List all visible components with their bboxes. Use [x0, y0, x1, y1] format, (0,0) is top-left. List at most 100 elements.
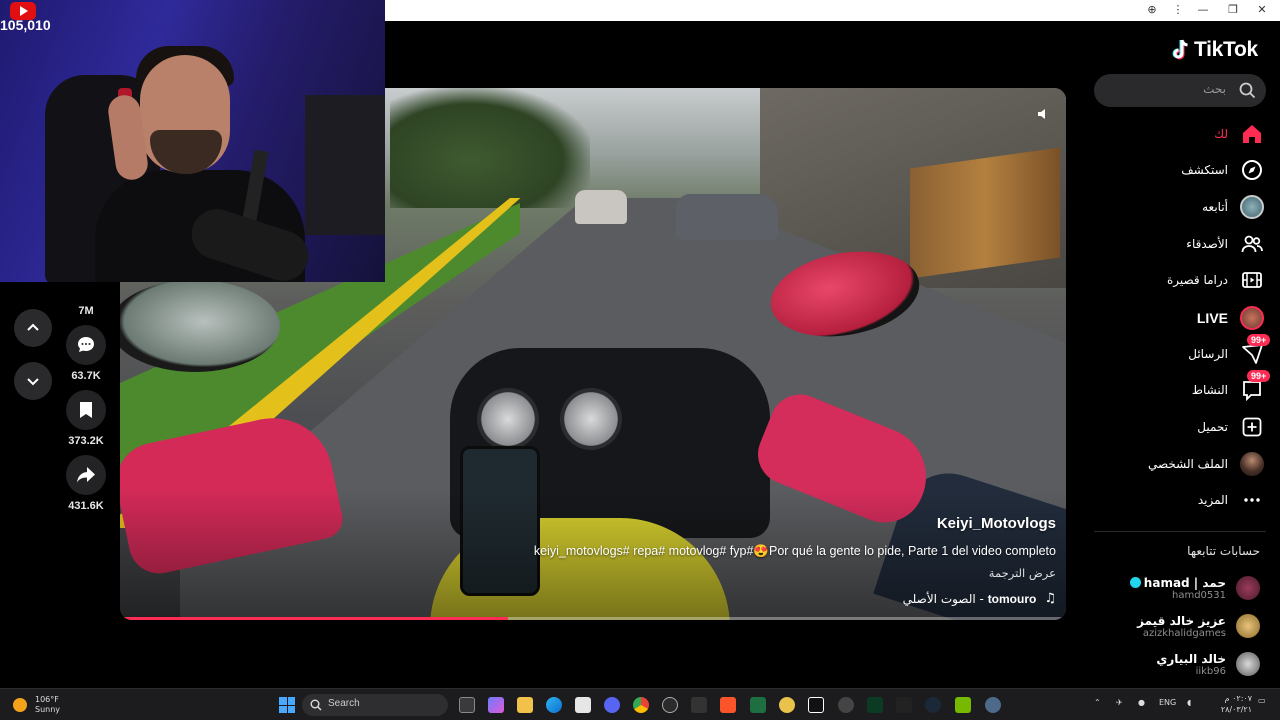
sidebar-item-short-drama[interactable]: دراما قصيرة [1104, 267, 1264, 293]
sidebar-item-label: LIVE [1196, 310, 1228, 326]
store-icon[interactable] [575, 697, 591, 713]
sound-title: الصوت الأصلي - tomouro [902, 591, 1037, 606]
messages-icon: 99+ [1240, 334, 1271, 366]
bookmark-icon [80, 402, 92, 418]
discord-icon[interactable] [604, 697, 620, 713]
search-icon[interactable] [1239, 82, 1256, 99]
taskbar: 106°F Sunny Search ⌃ ✈ ● ENG ◖ ٠٢:٠٧ م ٢… [0, 688, 1280, 720]
comment-button[interactable] [66, 325, 106, 365]
app-icon[interactable] [779, 697, 795, 713]
following-account[interactable]: خالد البياري iikb96 [1100, 647, 1260, 681]
steam-icon[interactable] [925, 697, 941, 713]
capcut-icon[interactable] [691, 697, 707, 713]
share-button[interactable] [66, 455, 106, 495]
tiktok-wordmark: TikTok [1194, 38, 1258, 61]
account-handle: iikb96 [1195, 665, 1226, 677]
brave-icon[interactable] [720, 697, 736, 713]
chevron-down-icon [27, 378, 39, 386]
clock[interactable]: ٠٢:٠٧ م ٢٨/٠٣/٢١ [1221, 693, 1252, 715]
sidebar-item-live[interactable]: LIVE [1104, 305, 1264, 331]
app-icon[interactable] [867, 697, 883, 713]
taskbar-search[interactable]: Search [302, 694, 448, 716]
next-video-button[interactable] [14, 362, 52, 400]
sidebar-item-explore[interactable]: استكشف [1104, 157, 1264, 183]
sun-icon [13, 698, 27, 712]
video-sound[interactable]: الصوت الأصلي - tomouro ♫ [903, 591, 1056, 606]
restore-button[interactable]: ❐ [1226, 3, 1240, 17]
sidebar-item-activity[interactable]: النشاط 99+ [1104, 370, 1271, 403]
nvidia-icon[interactable] [955, 697, 971, 713]
copilot-icon[interactable] [488, 697, 504, 713]
excel-icon[interactable] [750, 697, 766, 713]
previous-video-button[interactable] [14, 309, 52, 347]
film-icon [1240, 268, 1264, 292]
saves-count: 373.2K [68, 435, 104, 447]
sidebar-item-label: استكشف [1181, 163, 1228, 177]
task-view-icon[interactable] [459, 697, 475, 713]
shares-count: 431.6K [68, 500, 104, 512]
avatar [1236, 652, 1260, 676]
app-icon[interactable] [896, 697, 912, 713]
language-indicator[interactable]: ENG [1159, 698, 1176, 707]
account-handle: hamd0531 [1171, 589, 1226, 601]
microphone-icon[interactable]: ● [1138, 698, 1145, 707]
search-placeholder: بحث [1203, 82, 1226, 96]
sidebar-item-label: المزيد [1197, 493, 1228, 507]
see-translation-link[interactable]: عرض الترجمة [989, 566, 1056, 580]
sidebar-item-following[interactable]: أتابعه [1104, 194, 1264, 220]
speaker-icon[interactable]: ◖ [1187, 698, 1191, 707]
following-accounts-title: حسابات تتابعها [1187, 544, 1260, 558]
start-button[interactable] [279, 697, 295, 713]
tiktok-app-icon[interactable] [808, 697, 824, 713]
zoom-icon[interactable]: ⊕ [1145, 3, 1159, 17]
account-handle: azizkhalidgames [1142, 627, 1226, 639]
verified-badge-icon [1129, 576, 1141, 588]
following-account[interactable]: hamad | حمد hamd0531 [1100, 571, 1260, 605]
network-icon[interactable]: ✈ [1116, 698, 1123, 707]
account-name: عزيز خالد قيمز [1137, 613, 1226, 628]
sidebar-item-messages[interactable]: الرسائل 99+ [1104, 334, 1271, 367]
sidebar-item-label: أتابعه [1202, 200, 1228, 214]
sidebar-item-friends[interactable]: الأصدقاء [1104, 231, 1264, 257]
search-input[interactable]: بحث [1094, 74, 1266, 107]
avatar [1236, 576, 1260, 600]
obs-icon[interactable] [662, 697, 678, 713]
youtube-viewer-count: 105,010 [0, 17, 51, 33]
sidebar-item-upload[interactable]: تحميل [1104, 414, 1264, 440]
tiktok-logo[interactable]: TikTok [1170, 38, 1258, 62]
app-icon[interactable] [838, 697, 854, 713]
sidebar-item-label: تحميل [1197, 420, 1228, 434]
account-name: hamad | حمد [1143, 575, 1226, 590]
video-caption: keiyi_motovlogs# repa# motovlog# fyp#😍Po… [533, 544, 1056, 558]
edge-icon[interactable] [546, 697, 562, 713]
settings-icon[interactable] [985, 697, 1001, 713]
taskbar-search-label: Search [328, 698, 360, 709]
file-explorer-icon[interactable] [517, 697, 533, 713]
sidebar-item-label: النشاط [1191, 383, 1228, 397]
close-button[interactable]: ✕ [1255, 3, 1269, 17]
minimize-button[interactable]: — [1196, 3, 1210, 17]
compass-icon [1240, 158, 1264, 182]
messages-badge: 99+ [1247, 334, 1271, 346]
sidebar-item-more[interactable]: المزيد [1104, 487, 1264, 513]
activity-badge: 99+ [1247, 370, 1271, 382]
more-menu-icon[interactable]: ⋮ [1171, 3, 1185, 17]
video-author[interactable]: Keiyi_Motovlogs [937, 515, 1056, 532]
weather-widget[interactable]: 106°F Sunny [13, 695, 60, 715]
following-account[interactable]: عزيز خالد قيمز azizkhalidgames [1100, 609, 1260, 643]
notification-icon[interactable]: ▭ [1258, 696, 1266, 705]
comment-icon [78, 337, 94, 352]
chrome-icon[interactable] [633, 697, 649, 713]
account-name: خالد البياري [1156, 651, 1226, 666]
sidebar-item-label: الملف الشخصي [1148, 457, 1228, 471]
music-note-icon: ♫ [1044, 591, 1056, 606]
sidebar-divider [1094, 531, 1266, 532]
search-icon [310, 699, 322, 711]
chevron-up-icon[interactable]: ⌃ [1094, 698, 1101, 707]
clock-time: ٠٢:٠٧ م [1224, 694, 1252, 703]
save-button[interactable] [66, 390, 106, 430]
sidebar-item-for-you[interactable]: لك [1104, 121, 1264, 147]
sidebar-item-profile[interactable]: الملف الشخصي [1104, 451, 1264, 477]
video-progress-bar[interactable] [120, 617, 1066, 620]
volume-icon[interactable] [1036, 106, 1052, 122]
